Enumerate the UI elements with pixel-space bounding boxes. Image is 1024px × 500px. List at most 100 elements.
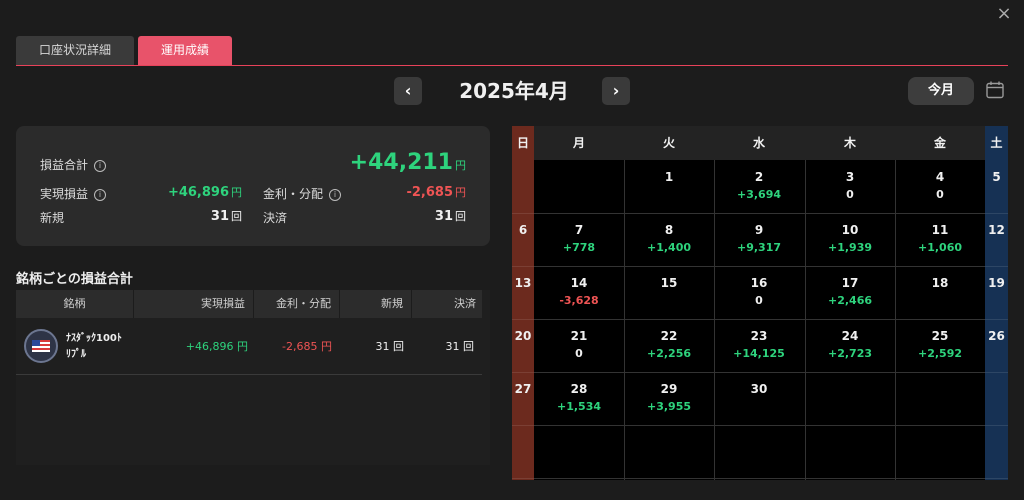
calendar-day[interactable]: 23 +14,125 — [714, 319, 804, 372]
tab-account-status[interactable]: 口座状況詳細 — [16, 36, 134, 65]
header-new[interactable]: 新規 — [340, 290, 412, 318]
weekday-4: 金 — [933, 136, 946, 150]
header-symbol[interactable]: 銘柄 — [16, 290, 134, 318]
realized-pl-label: 実現損益 — [40, 187, 89, 201]
calendar-sunday[interactable]: 27 — [512, 382, 534, 396]
grid-hline-edge — [512, 425, 534, 426]
table-row[interactable]: ﾅｽﾀﾞｯｸ100ﾄ ﾘﾌﾟﾙ +46,896 円 -2,685 円 31 回 … — [16, 319, 482, 375]
dividend-amount: -2,685 — [406, 185, 453, 200]
calendar-sunday[interactable]: 6 — [512, 223, 534, 237]
grid-hline — [534, 478, 985, 479]
calendar-sunday[interactable]: 20 — [512, 329, 534, 343]
new-count-label: 新規 — [40, 211, 65, 225]
day-number: 24 — [841, 329, 859, 343]
calendar-day[interactable]: 30 — [714, 372, 804, 425]
info-icon[interactable]: i — [94, 160, 107, 172]
summary-panel: 損益合計 i +44,211 円 実現損益 i +46,896 円 金利・分配 i -2,… — [16, 126, 490, 246]
calendar-saturday[interactable]: 19 — [985, 276, 1008, 290]
calendar-day[interactable]: 30 — [805, 160, 895, 213]
calendar-day[interactable]: 24 +2,723 — [805, 319, 895, 372]
calendar-day — [624, 425, 714, 478]
calendar-day[interactable]: 25 +2,592 — [895, 319, 985, 372]
this-month-button[interactable]: 今月 — [908, 77, 974, 105]
tab-performance[interactable]: 運用成績 — [138, 36, 232, 65]
day-pl-value: +9,317 — [736, 241, 781, 254]
day-pl-value: +1,060 — [917, 241, 962, 254]
calendar-day — [534, 160, 624, 213]
pl-calendar: 日月火水木金土 5 1 2 +3,694 3 0 4 0 6 12 7 +778 8 +1,400 9 +9,3… — [512, 126, 1008, 480]
calendar-day[interactable]: 8 +1,400 — [624, 213, 714, 266]
dividend-label: 金利・分配 — [263, 187, 324, 201]
grid-hline-edge — [512, 372, 534, 373]
calendar-day — [714, 425, 804, 478]
calendar-day[interactable]: 18 — [895, 266, 985, 319]
grid-hline-edge — [512, 478, 534, 479]
day-number: 8 — [664, 223, 674, 237]
day-number: 21 — [570, 329, 588, 343]
calendar-day[interactable]: 9 +9,317 — [714, 213, 804, 266]
calendar-day[interactable]: 28 +1,534 — [534, 372, 624, 425]
calendar-day[interactable]: 14 -3,628 — [534, 266, 624, 319]
prev-month-button[interactable]: ‹ — [394, 77, 422, 105]
day-number: 25 — [931, 329, 949, 343]
pl-by-symbol-table: 銘柄 実現損益 金利・分配 新規 決済 ﾅｽﾀﾞｯｸ100ﾄ ﾘﾌﾟﾙ +46,… — [16, 290, 490, 465]
calendar-day[interactable]: 2 +3,694 — [714, 160, 804, 213]
fund-name-line-1: ﾅｽﾀﾞｯｸ100ﾄ — [66, 333, 122, 344]
calendar-saturday[interactable]: 5 — [985, 170, 1008, 184]
weekday-2: 水 — [752, 136, 765, 150]
realized-pl-unit: 円 — [231, 186, 242, 199]
calendar-day[interactable]: 1 — [624, 160, 714, 213]
month-navigation: ‹ 2025年4月 › 今月 — [0, 76, 1024, 106]
realized-pl-value: +46,896 円 — [168, 184, 242, 200]
day-number: 28 — [570, 382, 588, 396]
calendar-sunday[interactable]: 13 — [512, 276, 534, 290]
grid-hline-edge — [512, 319, 534, 320]
calendar-day — [895, 425, 985, 478]
header-realized[interactable]: 実現損益 — [134, 290, 254, 318]
calendar-icon[interactable] — [985, 80, 1005, 100]
calendar-day — [805, 372, 895, 425]
us-flag-icon — [32, 340, 50, 352]
month-title: 2025年4月 — [459, 79, 569, 103]
new-count-amount: 31 — [210, 209, 229, 224]
close-icon[interactable]: × — [994, 4, 1014, 24]
calendar-day[interactable]: 22 +2,256 — [624, 319, 714, 372]
calendar-day[interactable]: 10 +1,939 — [805, 213, 895, 266]
calendar-saturday[interactable]: 26 — [985, 329, 1008, 343]
weekday-0: 月 — [572, 136, 585, 150]
day-pl-value: +1,400 — [646, 241, 691, 254]
calendar-day[interactable]: 7 +778 — [534, 213, 624, 266]
row-settle: 31 回 — [445, 340, 475, 353]
calendar-day[interactable]: 11 +1,060 — [895, 213, 985, 266]
day-pl-value: 0 — [846, 188, 854, 201]
table-header: 銘柄 実現損益 金利・分配 新規 決済 — [16, 290, 482, 318]
day-pl-value: +2,723 — [827, 347, 872, 360]
next-month-button[interactable]: › — [602, 77, 630, 105]
header-settle[interactable]: 決済 — [412, 290, 482, 318]
calendar-day[interactable]: 16 0 — [714, 266, 804, 319]
total-pl-label-row: 損益合計 i — [40, 156, 107, 173]
realized-pl-label-row: 実現損益 i — [40, 185, 107, 202]
calendar-day — [805, 425, 895, 478]
calendar-day[interactable]: 15 — [624, 266, 714, 319]
info-icon[interactable]: i — [94, 189, 107, 201]
calendar-saturday[interactable]: 12 — [985, 223, 1008, 237]
info-icon[interactable]: i — [329, 189, 342, 201]
weekday-1: 火 — [662, 136, 675, 150]
calendar-day[interactable]: 17 +2,466 — [805, 266, 895, 319]
calendar-day[interactable]: 29 +3,955 — [624, 372, 714, 425]
day-pl-value: 0 — [936, 188, 944, 201]
header-dividend[interactable]: 金利・分配 — [254, 290, 340, 318]
grid-hline-edge — [985, 372, 1008, 373]
day-number: 29 — [660, 382, 678, 396]
calendar-day[interactable]: 40 — [895, 160, 985, 213]
grid-hline-edge — [512, 213, 534, 214]
day-pl-value: +2,256 — [646, 347, 691, 360]
calendar-day[interactable]: 21 0 — [534, 319, 624, 372]
grid-hline-edge — [985, 266, 1008, 267]
day-pl-value: 0 — [575, 347, 583, 360]
day-pl-value: +2,466 — [827, 294, 872, 307]
grid-hline-edge — [985, 478, 1008, 479]
day-pl-value: +1,939 — [827, 241, 872, 254]
day-number: 17 — [841, 276, 859, 290]
